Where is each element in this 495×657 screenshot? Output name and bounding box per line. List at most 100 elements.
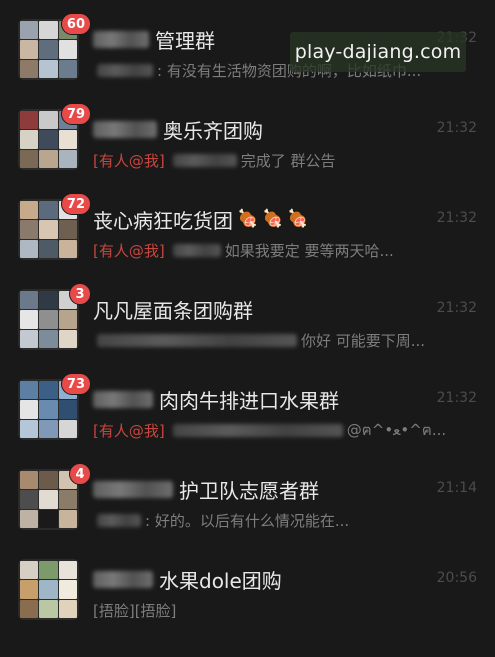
- avatar-tile: [58, 561, 77, 580]
- avatar-tile: [39, 329, 58, 348]
- chat-title-text: 凡凡屋面条团购群: [93, 298, 253, 323]
- unread-badge: 3: [69, 283, 91, 305]
- group-avatar[interactable]: 3: [18, 283, 91, 350]
- message-preview: 你好 可能要下周...: [93, 328, 425, 352]
- chat-row[interactable]: 4 护卫队志愿者群 : 好的。以后有什么情况能在... 21:14: [0, 452, 495, 542]
- avatar-tile: [20, 400, 39, 419]
- avatar-tile: [20, 509, 39, 528]
- watermark: play-dajiang.com: [290, 32, 466, 72]
- message-preview: [捂脸][捂脸]: [93, 598, 176, 622]
- group-avatar[interactable]: 72: [18, 193, 91, 260]
- chat-row[interactable]: 72 丧心病狂吃货团 🍖 🍖 🍖 [有人@我] 如果我要定 要等两天哈... 21:32: [0, 182, 495, 272]
- avatar-tile: [39, 220, 58, 239]
- avatar-tile: [39, 21, 58, 40]
- avatar-tile: [20, 419, 39, 438]
- message-time: 21:32: [436, 210, 477, 226]
- redacted-sender: [97, 63, 153, 77]
- chat-title-text: 水果dole团购: [159, 568, 282, 593]
- redacted-sender: [97, 513, 141, 527]
- avatar-tile: [20, 59, 39, 78]
- avatar-tile: [58, 419, 77, 438]
- mention-tag: [有人@我]: [93, 421, 165, 440]
- avatar-tile: [39, 310, 58, 329]
- avatar-tile: [20, 291, 39, 310]
- message-time: 21:32: [436, 390, 477, 406]
- avatar-tile: [20, 329, 39, 348]
- message-preview: [有人@我] 如果我要定 要等两天哈...: [93, 238, 394, 262]
- group-avatar[interactable]: 60: [18, 13, 91, 80]
- chat-title: 丧心病狂吃货团 🍖 🍖 🍖: [93, 204, 309, 234]
- chat-title: 凡凡屋面条团购群: [93, 294, 253, 324]
- avatar-tile: [58, 149, 77, 168]
- unread-badge: 4: [69, 463, 91, 485]
- chat-title-text: 护卫队志愿者群: [179, 478, 319, 503]
- preview-text: 你好 可能要下周...: [301, 331, 426, 350]
- avatar-tile: [39, 201, 58, 220]
- chat-title: 奥乐齐团购: [93, 114, 263, 144]
- avatar-tile: [20, 471, 39, 490]
- avatar-tile: [39, 239, 58, 258]
- message-time: 21:32: [436, 300, 477, 316]
- message-preview: [有人@我] @ฅ^•ﻌ•^ฅ...: [93, 418, 446, 442]
- redacted-name: [93, 570, 153, 588]
- avatar-tile: [39, 599, 58, 618]
- redacted-sender: [172, 423, 343, 437]
- avatar-tile: [20, 111, 39, 130]
- chat-title: 肉肉牛排进口水果群: [93, 384, 339, 414]
- avatar-tile: [20, 490, 39, 509]
- group-avatar[interactable]: [18, 559, 79, 620]
- avatar-tile: [20, 21, 39, 40]
- unread-badge: 79: [60, 103, 91, 125]
- avatar-tile: [39, 291, 58, 310]
- mention-tag: [有人@我]: [93, 241, 165, 260]
- group-avatar[interactable]: 4: [18, 463, 91, 530]
- unread-badge: 72: [60, 193, 91, 215]
- chat-row[interactable]: 79 奥乐齐团购 [有人@我] 完成了 群公告 21:32: [0, 92, 495, 182]
- avatar-tile: [39, 561, 58, 580]
- avatar-grid: [18, 559, 79, 620]
- avatar-tile: [20, 381, 39, 400]
- avatar-tile: [20, 580, 39, 599]
- avatar-tile: [58, 329, 77, 348]
- chat-row[interactable]: 水果dole团购 [捂脸][捂脸] 20:56: [0, 542, 495, 632]
- avatar-tile: [20, 561, 39, 580]
- avatar-tile: [20, 239, 39, 258]
- chat-title: 水果dole团购: [93, 564, 282, 594]
- redacted-name: [93, 30, 149, 48]
- avatar-tile: [20, 40, 39, 59]
- avatar-tile: [39, 490, 58, 509]
- avatar-tile: [58, 130, 77, 149]
- avatar-tile: [20, 201, 39, 220]
- group-avatar[interactable]: 73: [18, 373, 91, 440]
- avatar-tile: [39, 509, 58, 528]
- avatar-tile: [39, 400, 58, 419]
- avatar-tile: [39, 471, 58, 490]
- avatar-tile: [39, 419, 58, 438]
- avatar-tile: [20, 310, 39, 329]
- drumstick-icon: 🍖: [237, 209, 259, 229]
- mention-tag: [有人@我]: [93, 151, 165, 170]
- redacted-name: [93, 390, 153, 408]
- avatar-tile: [20, 220, 39, 239]
- avatar-tile: [39, 130, 58, 149]
- redacted-sender: [172, 153, 237, 167]
- avatar-tile: [39, 149, 58, 168]
- redacted-name: [93, 480, 173, 498]
- chat-title: 管理群: [93, 24, 215, 54]
- chat-title-text: 肉肉牛排进口水果群: [159, 388, 339, 413]
- unread-badge: 73: [60, 373, 91, 395]
- redacted-sender: [172, 243, 221, 257]
- avatar-tile: [39, 580, 58, 599]
- avatar-tile: [20, 130, 39, 149]
- avatar-tile: [58, 599, 77, 618]
- avatar-tile: [58, 400, 77, 419]
- avatar-tile: [39, 40, 58, 59]
- preview-text: [捂脸][捂脸]: [93, 601, 177, 620]
- chat-row[interactable]: 3 凡凡屋面条团购群你好 可能要下周... 21:32: [0, 272, 495, 362]
- chat-row[interactable]: 73 肉肉牛排进口水果群 [有人@我] @ฅ^•ﻌ•^ฅ... 21:32: [0, 362, 495, 452]
- avatar-tile: [39, 111, 58, 130]
- preview-text: : 好的。以后有什么情况能在...: [145, 511, 350, 530]
- message-time: 21:14: [436, 480, 477, 496]
- avatar-tile: [58, 59, 77, 78]
- group-avatar[interactable]: 79: [18, 103, 91, 170]
